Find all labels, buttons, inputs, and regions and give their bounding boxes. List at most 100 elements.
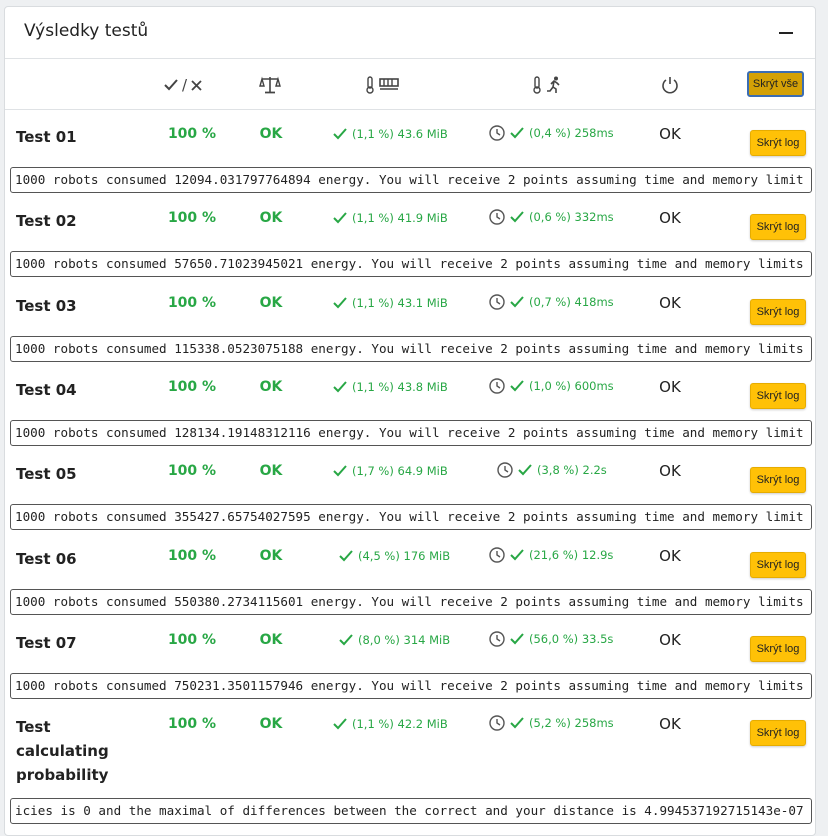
memory-usage: (1,7 %) 64.9 MiB bbox=[332, 464, 472, 478]
check-icon bbox=[509, 126, 525, 140]
memory-usage: (1,1 %) 43.8 MiB bbox=[332, 380, 472, 394]
test-percentage: 100 % bbox=[167, 632, 217, 648]
clock-icon bbox=[489, 631, 505, 647]
test-verdict: OK bbox=[259, 632, 283, 648]
check-icon bbox=[509, 632, 525, 646]
clock-icon bbox=[489, 715, 505, 731]
clock-icon bbox=[489, 547, 505, 563]
hide-log-button[interactable]: Skrýt log bbox=[750, 552, 806, 578]
thermometer-runner-icon bbox=[532, 76, 562, 94]
hide-log-button[interactable]: Skrýt log bbox=[750, 130, 806, 156]
power-icon bbox=[661, 76, 679, 94]
memory-value: (1,7 %) 64.9 MiB bbox=[352, 464, 448, 478]
check-icon bbox=[509, 716, 525, 730]
hide-log-button[interactable]: Skrýt log bbox=[750, 636, 806, 662]
header-slash: / bbox=[182, 76, 188, 94]
test-percentage: 100 % bbox=[167, 210, 217, 226]
clock-icon bbox=[489, 125, 505, 141]
memory-value: (1,1 %) 42.2 MiB bbox=[352, 717, 448, 731]
exit-status: OK bbox=[659, 125, 681, 143]
exit-status: OK bbox=[659, 715, 681, 733]
collapse-icon[interactable] bbox=[779, 32, 793, 34]
test-name: Test 07 bbox=[16, 634, 77, 652]
test-log-output: 1000 robots consumed 550380.2734115601 e… bbox=[10, 589, 812, 615]
check-icon bbox=[332, 296, 348, 310]
time-value: (21,6 %) 12.9s bbox=[529, 548, 614, 562]
memory-usage: (1,1 %) 43.6 MiB bbox=[332, 127, 472, 141]
check-icon bbox=[332, 380, 348, 394]
test-percentage: 100 % bbox=[167, 548, 217, 564]
test-verdict: OK bbox=[259, 379, 283, 395]
hide-log-button[interactable]: Skrýt log bbox=[750, 383, 806, 409]
thermometer-memory-icon bbox=[365, 76, 399, 94]
test-log-output: 1000 robots consumed 355427.65754027595 … bbox=[10, 504, 812, 530]
memory-usage: (1,1 %) 41.9 MiB bbox=[332, 211, 472, 225]
memory-value: (1,1 %) 41.9 MiB bbox=[352, 211, 448, 225]
exit-status: OK bbox=[659, 294, 681, 312]
exit-status: OK bbox=[659, 462, 681, 480]
exit-status: OK bbox=[659, 209, 681, 227]
memory-value: (8,0 %) 314 MiB bbox=[358, 633, 451, 647]
check-icon bbox=[509, 379, 525, 393]
time-usage: (0,6 %) 332ms bbox=[489, 209, 639, 225]
time-value: (1,0 %) 600ms bbox=[529, 379, 614, 393]
clock-icon bbox=[497, 462, 513, 478]
time-usage: (1,0 %) 600ms bbox=[489, 378, 639, 394]
time-usage: (5,2 %) 258ms bbox=[489, 715, 639, 731]
check-icon bbox=[509, 548, 525, 562]
memory-value: (1,1 %) 43.1 MiB bbox=[352, 296, 448, 310]
test-verdict: OK bbox=[259, 126, 283, 142]
check-icon bbox=[338, 633, 354, 647]
test-log-output: 1000 robots consumed 115338.0523075188 e… bbox=[10, 336, 812, 362]
exit-status: OK bbox=[659, 547, 681, 565]
memory-value: (1,1 %) 43.6 MiB bbox=[352, 127, 448, 141]
hide-log-button[interactable]: Skrýt log bbox=[750, 214, 806, 240]
time-value: (0,7 %) 418ms bbox=[529, 295, 614, 309]
time-value: (3,8 %) 2.2s bbox=[537, 463, 607, 477]
card-title: Výsledky testů bbox=[24, 21, 149, 41]
check-icon bbox=[509, 295, 525, 309]
card-header: Výsledky testů bbox=[5, 7, 815, 59]
time-value: (0,4 %) 258ms bbox=[529, 126, 614, 140]
hide-log-button[interactable]: Skrýt log bbox=[750, 299, 806, 325]
test-name: Test 03 bbox=[16, 297, 77, 315]
memory-value: (4,5 %) 176 MiB bbox=[358, 549, 451, 563]
check-icon bbox=[332, 717, 348, 731]
scales-icon bbox=[259, 76, 281, 94]
memory-value: (1,1 %) 43.8 MiB bbox=[352, 380, 448, 394]
test-name: Test 02 bbox=[16, 212, 77, 230]
test-log-output: 1000 robots consumed 57650.71023945021 e… bbox=[10, 251, 812, 277]
clock-icon bbox=[489, 294, 505, 310]
check-icon bbox=[338, 549, 354, 563]
test-percentage: 100 % bbox=[167, 295, 217, 311]
test-percentage: 100 % bbox=[167, 716, 217, 732]
hide-all-button[interactable]: Skrýt vše bbox=[747, 71, 804, 97]
clock-icon bbox=[489, 209, 505, 225]
test-verdict: OK bbox=[259, 295, 283, 311]
time-value: (0,6 %) 332ms bbox=[529, 210, 614, 224]
time-usage: (21,6 %) 12.9s bbox=[489, 547, 639, 563]
test-verdict: OK bbox=[259, 463, 283, 479]
hide-log-button[interactable]: Skrýt log bbox=[750, 720, 806, 746]
clock-icon bbox=[489, 378, 505, 394]
check-cross-icon: / bbox=[163, 76, 203, 94]
memory-usage: (4,5 %) 176 MiB bbox=[338, 549, 478, 563]
test-percentage: 100 % bbox=[167, 126, 217, 142]
table-header: / Skrýt vše bbox=[5, 59, 815, 110]
test-percentage: 100 % bbox=[167, 379, 217, 395]
memory-usage: (8,0 %) 314 MiB bbox=[338, 633, 478, 647]
test-results-card: Výsledky testů / Skrýt vše Test 01 100 %… bbox=[4, 6, 816, 836]
exit-status: OK bbox=[659, 631, 681, 649]
test-log-output: 1000 robots consumed 12094.031797764894 … bbox=[10, 167, 812, 193]
test-verdict: OK bbox=[259, 548, 283, 564]
hide-log-button[interactable]: Skrýt log bbox=[750, 467, 806, 493]
test-percentage: 100 % bbox=[167, 463, 217, 479]
time-usage: (0,4 %) 258ms bbox=[489, 125, 639, 141]
test-name: Test 01 bbox=[16, 128, 77, 146]
check-icon bbox=[332, 211, 348, 225]
test-log-output: icies is 0 and the maximal of difference… bbox=[10, 798, 812, 824]
time-usage: (56,0 %) 33.5s bbox=[489, 631, 639, 647]
time-usage: (3,8 %) 2.2s bbox=[497, 462, 647, 478]
exit-status: OK bbox=[659, 378, 681, 396]
test-name: Test 05 bbox=[16, 465, 77, 483]
